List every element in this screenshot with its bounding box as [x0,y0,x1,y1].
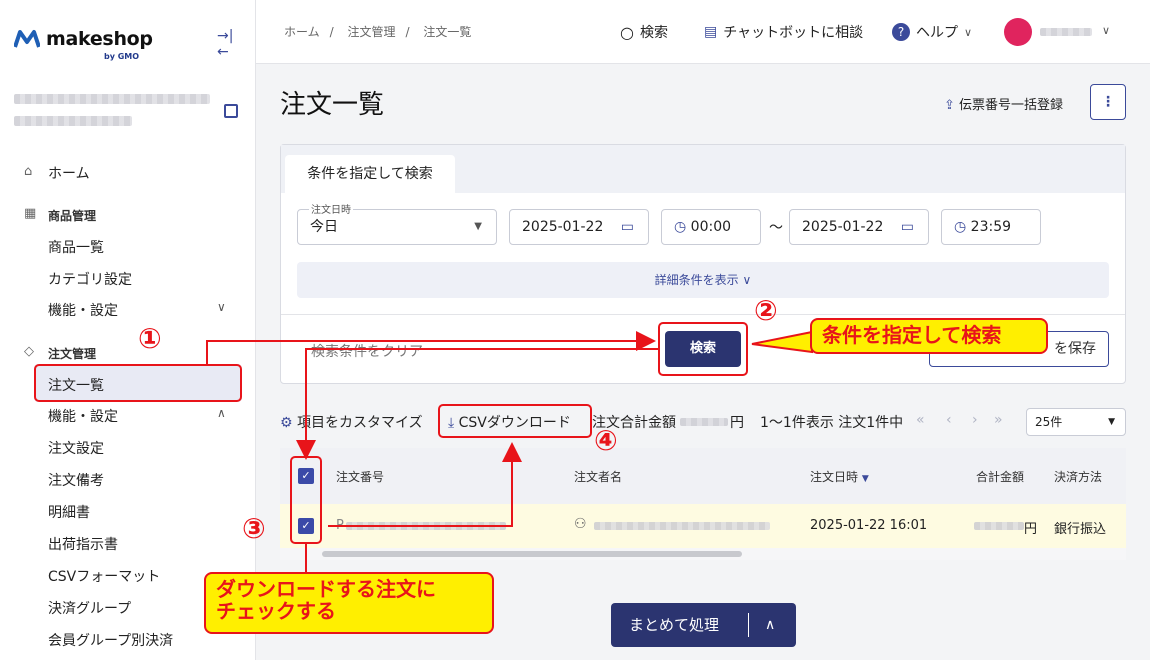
callout-check-orders: ダウンロードする注文に チェックする [204,572,494,634]
highlight-checkboxes [290,456,322,544]
highlight-order-list [34,364,242,402]
annotation-number-3: ③ [242,512,266,545]
callout-search-conditions: 条件を指定して検索 [810,318,1048,354]
annotation-number-4: ④ [594,424,618,457]
annotation-number-1: ① [138,322,162,355]
highlight-search-button [658,322,748,376]
highlight-csv-button [438,404,592,438]
annotation-number-2: ② [754,294,778,327]
